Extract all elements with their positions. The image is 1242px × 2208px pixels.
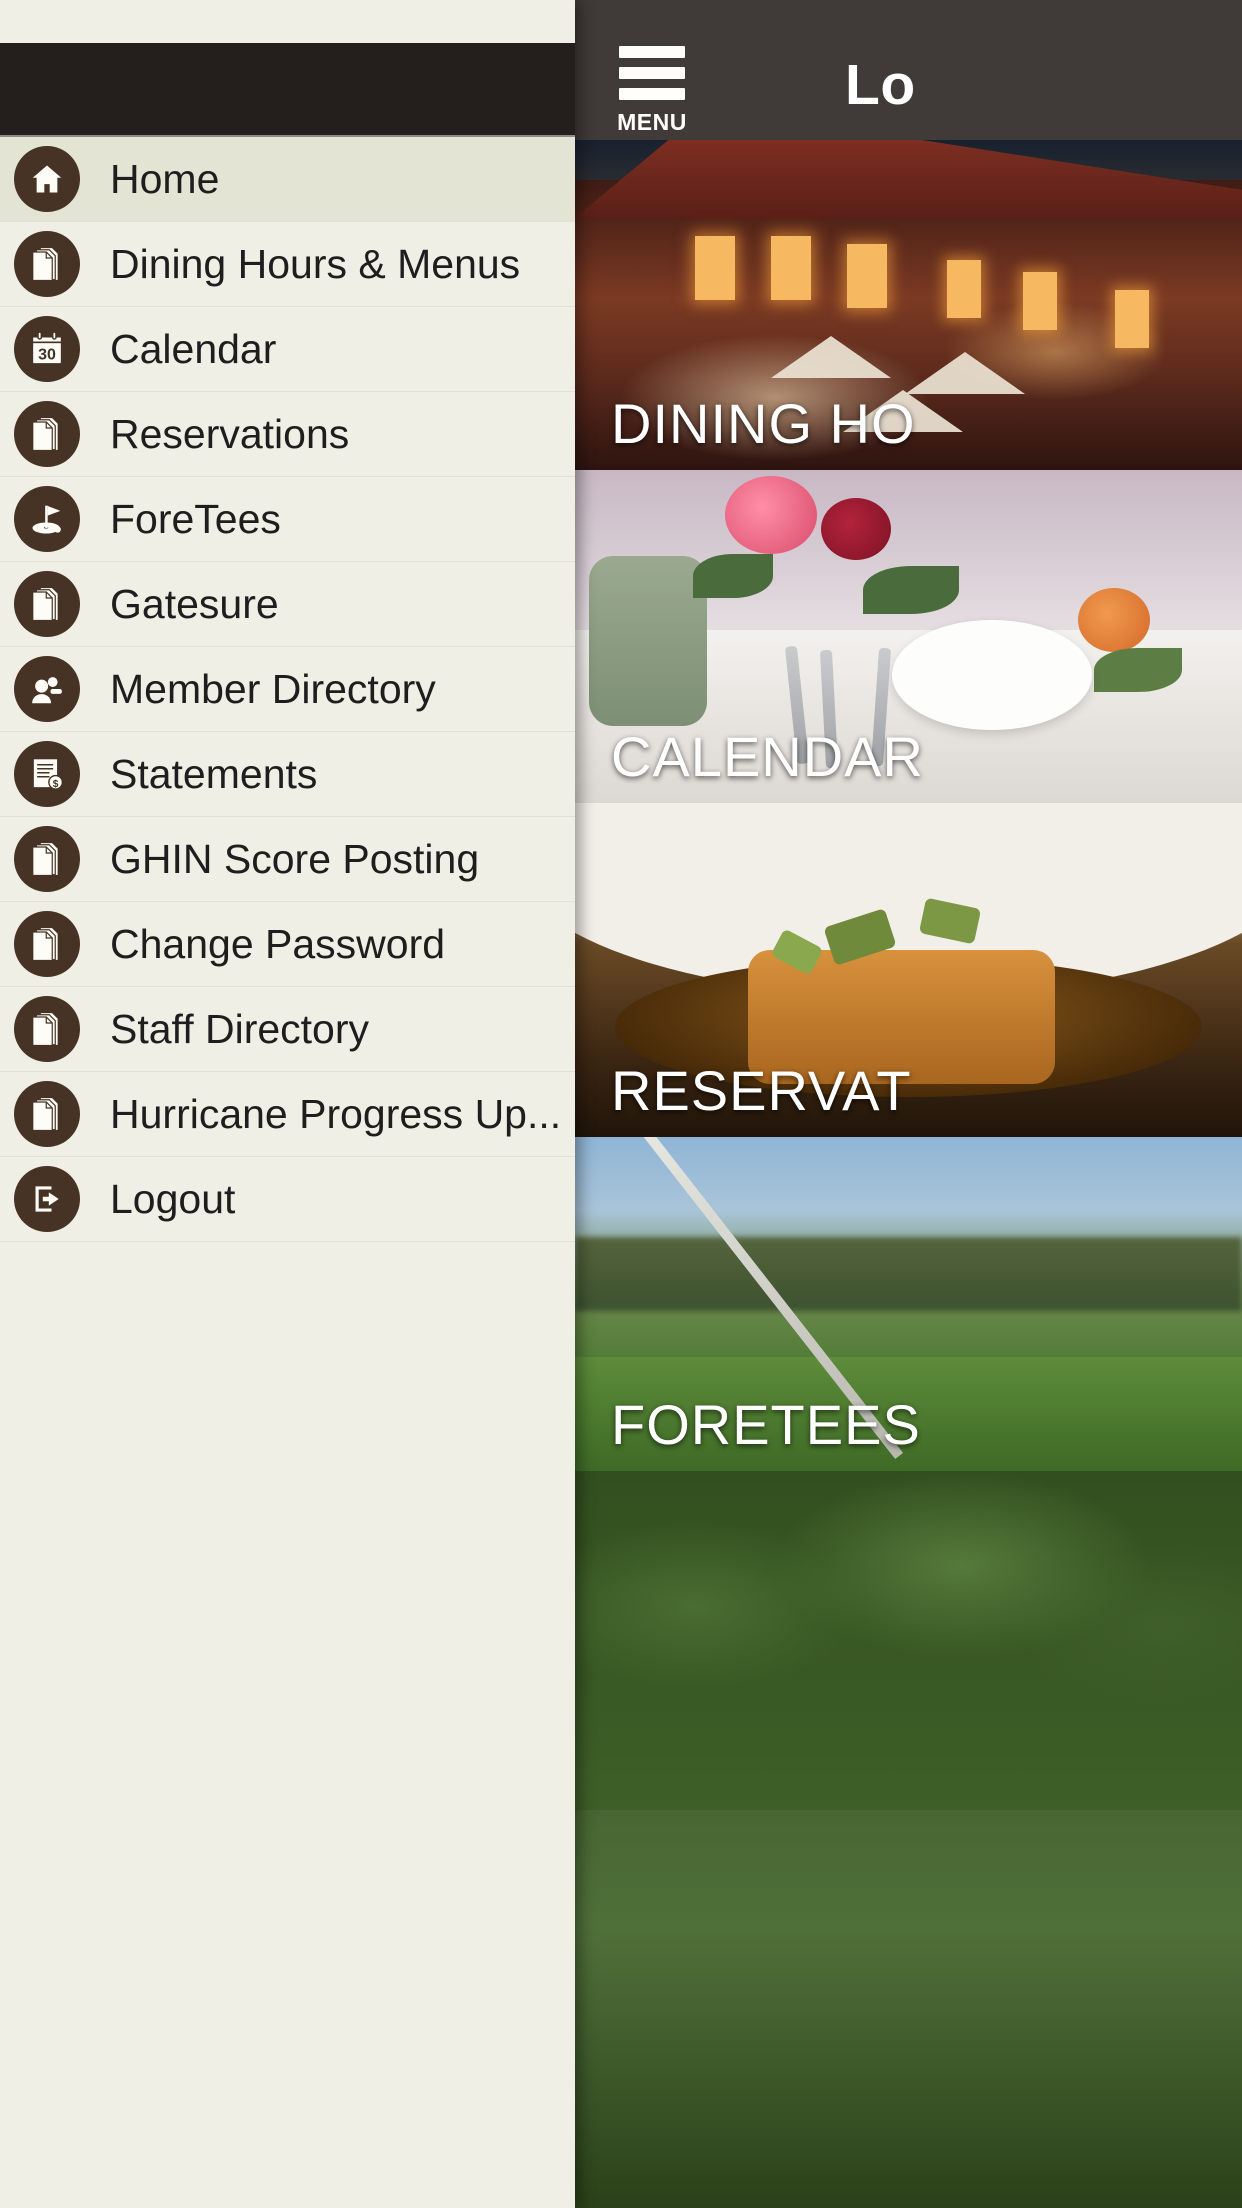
document-icon [14, 231, 80, 297]
document-icon [14, 401, 80, 467]
sidebar-item-label: Change Password [110, 920, 446, 967]
sidebar-item-label: GHIN Score Posting [110, 835, 480, 882]
sidebar-item-label: Statements [110, 750, 318, 797]
drawer-filler [0, 1242, 575, 2142]
tile-dining-hours[interactable]: DINING HO [575, 140, 1242, 470]
document-icon [14, 1081, 80, 1147]
sidebar-item-gatesure[interactable]: Gatesure [0, 562, 575, 647]
golf-flag-icon [14, 486, 80, 552]
sidebar-item-calendar[interactable]: 30 Calendar [0, 307, 575, 392]
people-icon [14, 656, 80, 722]
sidebar-item-label: Dining Hours & Menus [110, 240, 521, 287]
sidebar-item-label: Hurricane Progress Up... [110, 1090, 562, 1137]
sidebar-item-label: Staff Directory [110, 1005, 369, 1052]
sidebar-item-foretees[interactable]: ForeTees [0, 477, 575, 562]
sidebar-nav-list: Home Dining Hours & Menus 30 Calendar Reserv… [0, 137, 575, 1242]
document-icon [14, 826, 80, 892]
tile-foretees[interactable]: FORETEES [575, 1137, 1242, 1471]
tile-calendar[interactable]: CALENDAR [575, 470, 1242, 803]
home-icon [14, 146, 80, 212]
sidebar-item-member-directory[interactable]: Member Directory [0, 647, 575, 732]
sidebar-item-label: Reservations [110, 410, 350, 457]
hamburger-bar-1 [619, 46, 685, 58]
invoice-icon: $ [14, 741, 80, 807]
drawer-header [0, 43, 575, 137]
calendar-icon: 30 [14, 316, 80, 382]
navigation-drawer: Home Dining Hours & Menus 30 Calendar Reserv… [0, 0, 575, 2208]
document-icon [14, 911, 80, 977]
tile-reservations[interactable]: RESERVAT [575, 803, 1242, 1137]
menu-button-label: MENU [617, 109, 687, 135]
sidebar-item-dining-hours-menus[interactable]: Dining Hours & Menus [0, 222, 575, 307]
sidebar-item-label: Calendar [110, 325, 277, 372]
svg-text:30: 30 [38, 346, 56, 363]
sidebar-item-statements[interactable]: $ Statements [0, 732, 575, 817]
sidebar-item-hurricane-progress-up[interactable]: Hurricane Progress Up... [0, 1072, 575, 1157]
sidebar-item-label: ForeTees [110, 495, 281, 542]
sidebar-item-label: Logout [110, 1175, 236, 1222]
drawer-top-gap [0, 0, 575, 43]
tile-additional[interactable] [575, 1471, 1242, 2208]
hamburger-bar-3 [619, 88, 685, 100]
sidebar-item-label: Member Directory [110, 665, 436, 712]
sidebar-item-logout[interactable]: Logout [0, 1157, 575, 1242]
tile-caption: FORETEES [611, 1393, 921, 1456]
sidebar-item-change-password[interactable]: Change Password [0, 902, 575, 987]
sidebar-item-staff-directory[interactable]: Staff Directory [0, 987, 575, 1072]
document-icon [14, 996, 80, 1062]
document-icon [14, 571, 80, 637]
sidebar-item-reservations[interactable]: Reservations [0, 392, 575, 477]
logout-icon [14, 1166, 80, 1232]
hamburger-bar-2 [619, 67, 685, 79]
trees-photo [575, 1471, 1242, 2208]
sidebar-item-label: Home [110, 155, 220, 202]
app-title: Lo [845, 53, 916, 117]
sidebar-item-ghin-score-posting[interactable]: GHIN Score Posting [0, 817, 575, 902]
sidebar-item-label: Gatesure [110, 580, 279, 627]
sidebar-item-home[interactable]: Home [0, 137, 575, 222]
svg-text:$: $ [53, 779, 59, 790]
tile-caption: RESERVAT [611, 1059, 912, 1122]
hamburger-icon[interactable]: MENU [617, 46, 687, 134]
tile-caption: DINING HO [611, 392, 916, 455]
tile-caption: CALENDAR [611, 725, 924, 788]
